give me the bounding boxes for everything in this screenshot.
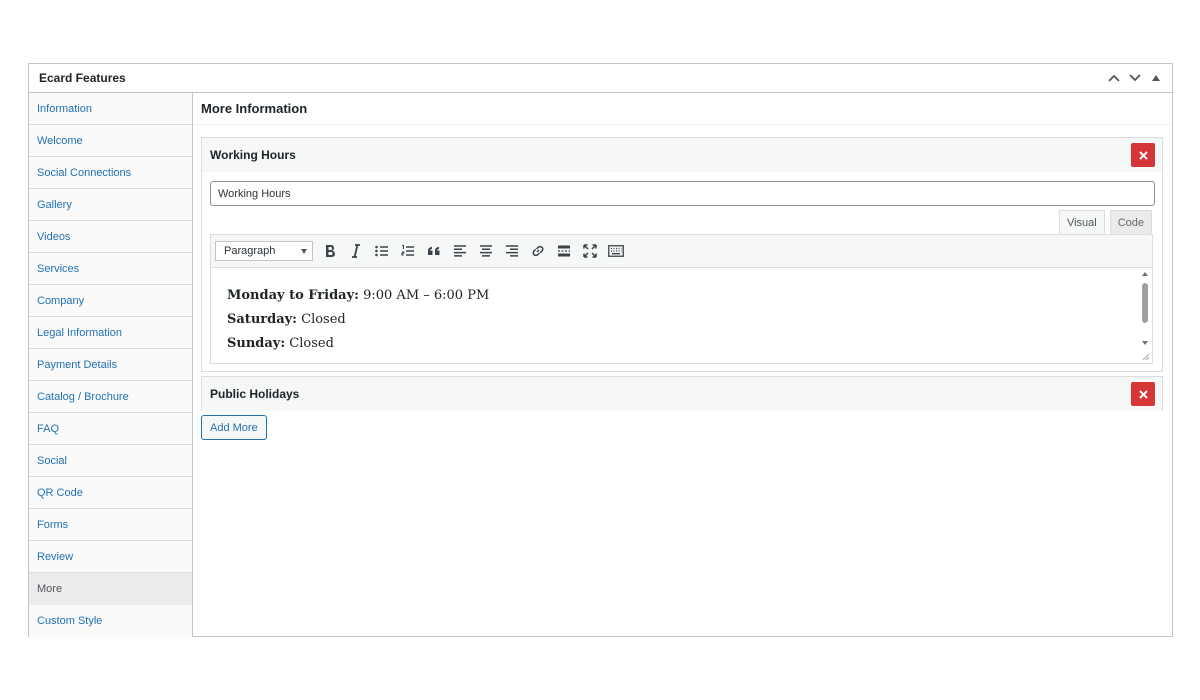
delete-panel-button[interactable] [1131, 382, 1155, 406]
sidebar-item-review[interactable]: Review [29, 541, 192, 573]
hours-day: Monday to Friday: [227, 288, 359, 303]
sidebar-item-more[interactable]: More [29, 573, 192, 605]
hours-value: Closed [285, 336, 334, 351]
features-sidebar: Information Welcome Social Connections G… [29, 93, 193, 637]
working-hours-panel: Working Hours Visual Code Paragraph [201, 137, 1163, 372]
blockquote-button[interactable] [421, 239, 447, 263]
panel-title: Public Holidays [210, 387, 300, 401]
editor-scrollbar[interactable] [1140, 268, 1150, 351]
more-information-content: More Information Working Hours Visual Co… [193, 93, 1172, 636]
hours-line: Sunday: Closed [227, 332, 489, 356]
italic-icon [352, 244, 360, 258]
delete-panel-button[interactable] [1131, 143, 1155, 167]
chevron-down-icon [1128, 74, 1141, 82]
scroll-up-arrow-icon[interactable] [1142, 272, 1148, 276]
toolbar-toggle-button[interactable] [603, 239, 629, 263]
panel-header[interactable]: Public Holidays [202, 377, 1162, 411]
public-holidays-panel: Public Holidays [201, 376, 1163, 411]
numbered-list-icon [401, 245, 414, 256]
align-left-icon [454, 245, 466, 257]
fullscreen-button[interactable] [577, 239, 603, 263]
sidebar-item-videos[interactable]: Videos [29, 221, 192, 253]
tab-code[interactable]: Code [1109, 210, 1152, 234]
sidebar-item-forms[interactable]: Forms [29, 509, 192, 541]
bullet-list-button[interactable] [369, 239, 395, 263]
sidebar-item-payment-details[interactable]: Payment Details [29, 349, 192, 381]
sidebar-item-social[interactable]: Social [29, 445, 192, 477]
sidebar-item-legal-information[interactable]: Legal Information [29, 317, 192, 349]
sidebar-item-catalog-brochure[interactable]: Catalog / Brochure [29, 381, 192, 413]
section-title: More Information [193, 93, 1172, 125]
align-left-button[interactable] [447, 239, 473, 263]
bold-icon [326, 245, 335, 257]
quote-icon [428, 247, 440, 255]
link-icon [532, 245, 544, 257]
hours-day: Saturday: [227, 312, 297, 327]
read-more-button[interactable] [551, 239, 577, 263]
sidebar-item-qr-code[interactable]: QR Code [29, 477, 192, 509]
editor-mode-tabs: Visual Code [1054, 210, 1152, 234]
panel-header[interactable]: Working Hours [202, 138, 1162, 172]
bullet-list-icon [375, 245, 388, 257]
metabox-header: Ecard Features [29, 64, 1172, 93]
align-right-button[interactable] [499, 239, 525, 263]
resize-handle-icon[interactable] [1142, 353, 1150, 361]
sidebar-item-custom-style[interactable]: Custom Style [29, 605, 192, 637]
format-select-value: Paragraph [224, 245, 276, 257]
sidebar-item-company[interactable]: Company [29, 285, 192, 317]
move-up-button[interactable] [1103, 64, 1124, 92]
metabox-header-actions [1103, 64, 1172, 92]
editor-toolbar: Paragraph [211, 235, 1152, 268]
close-icon [1138, 389, 1148, 399]
bold-button[interactable] [317, 239, 343, 263]
align-right-icon [506, 245, 518, 257]
format-select[interactable]: Paragraph [215, 241, 313, 261]
add-more-button[interactable]: Add More [201, 415, 267, 440]
caret-down-icon [301, 249, 307, 254]
sidebar-item-social-connections[interactable]: Social Connections [29, 157, 192, 189]
panel-title: Working Hours [210, 148, 296, 162]
scroll-down-arrow-icon[interactable] [1142, 341, 1148, 345]
insert-link-button[interactable] [525, 239, 551, 263]
tab-visual[interactable]: Visual [1058, 210, 1105, 234]
hours-value: Closed [296, 312, 346, 327]
sidebar-item-faq[interactable]: FAQ [29, 413, 192, 445]
sidebar-item-services[interactable]: Services [29, 253, 192, 285]
hours-line: Saturday: Closed [227, 308, 489, 332]
keyboard-icon [608, 245, 624, 257]
sidebar-item-gallery[interactable]: Gallery [29, 189, 192, 221]
close-icon [1138, 150, 1148, 160]
chevron-up-icon [1107, 74, 1120, 82]
sidebar-item-welcome[interactable]: Welcome [29, 125, 192, 157]
panel-title-input[interactable] [210, 181, 1155, 206]
italic-button[interactable] [343, 239, 369, 263]
sidebar-item-information[interactable]: Information [29, 93, 192, 125]
read-more-icon [558, 245, 570, 257]
hours-line: Monday to Friday: 9:00 AM – 6:00 PM [227, 284, 489, 308]
triangle-up-icon [1151, 75, 1160, 81]
hours-day: Sunday: [227, 336, 286, 351]
fullscreen-icon [583, 244, 597, 258]
align-center-button[interactable] [473, 239, 499, 263]
numbered-list-button[interactable] [395, 239, 421, 263]
metabox-title: Ecard Features [39, 71, 126, 85]
align-center-icon [480, 245, 492, 257]
editor-text: Monday to Friday: 9:00 AM – 6:00 PM Satu… [227, 284, 489, 356]
ecard-features-metabox: Ecard Features Information Welcome Socia… [28, 63, 1173, 637]
toggle-panel-button[interactable] [1145, 64, 1166, 92]
rich-text-editor: Paragraph Monday to Friday: 9:00 AM – 6:… [210, 234, 1153, 364]
editor-content-area[interactable]: Monday to Friday: 9:00 AM – 6:00 PM Satu… [211, 268, 1152, 363]
hours-value: 9:00 AM – 6:00 PM [358, 288, 490, 303]
move-down-button[interactable] [1124, 64, 1145, 92]
scrollbar-thumb[interactable] [1142, 283, 1148, 323]
